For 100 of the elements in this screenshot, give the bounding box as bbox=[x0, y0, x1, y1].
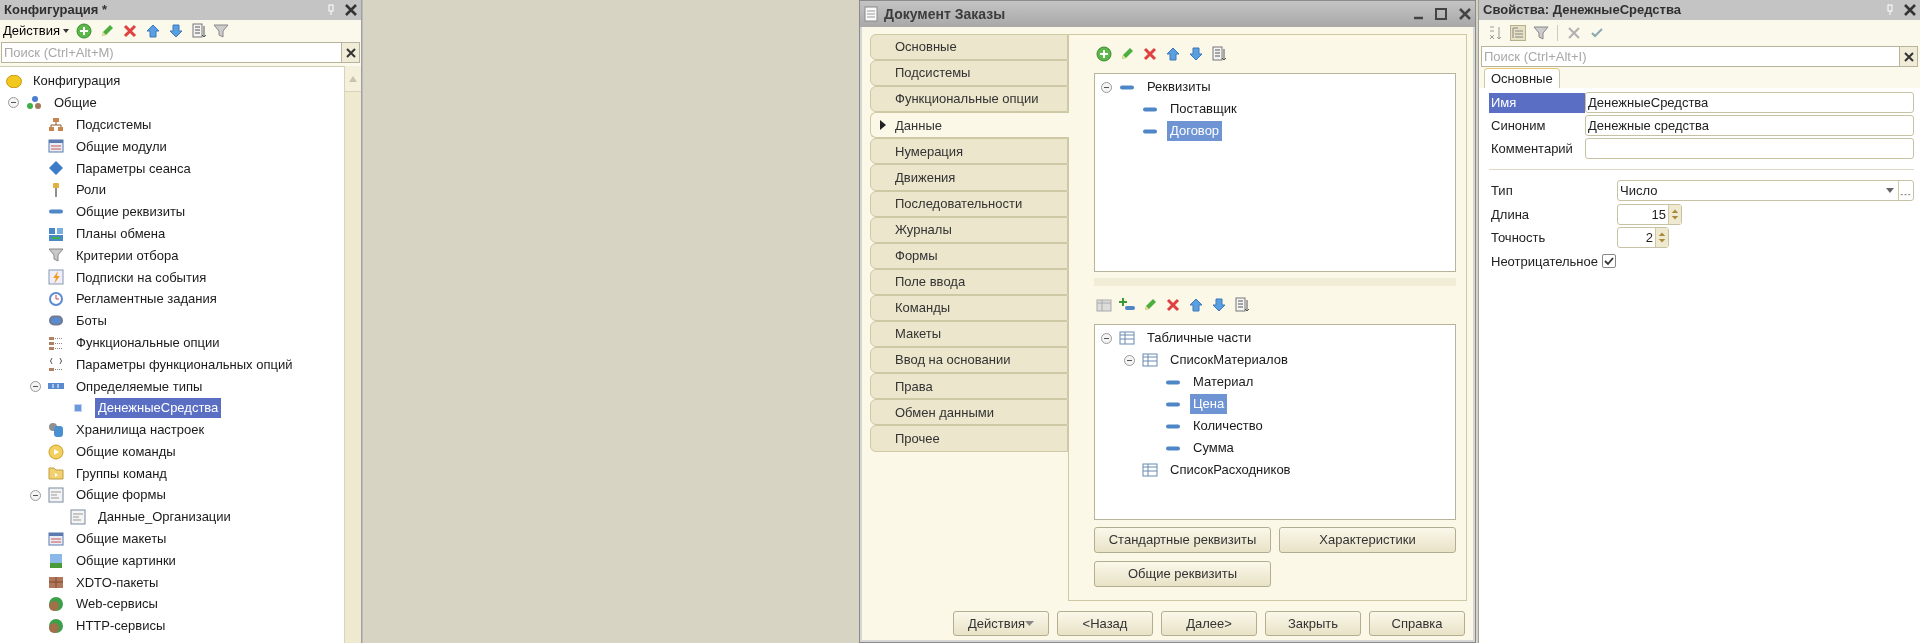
tree-item[interactable]: Общие картинки bbox=[73, 550, 179, 571]
tree-item[interactable]: Группы команд bbox=[73, 463, 170, 484]
section-tab[interactable]: Команды bbox=[870, 294, 1068, 322]
section-tab[interactable]: Поле ввода bbox=[870, 268, 1068, 295]
close-icon[interactable] bbox=[345, 4, 357, 16]
property-field[interactable]: ДенежныеСредства bbox=[1585, 92, 1914, 113]
sort-button[interactable] bbox=[1209, 44, 1229, 64]
section-tab[interactable]: Обмен данными bbox=[870, 399, 1068, 426]
tree-item[interactable]: XDTO-пакеты bbox=[73, 572, 162, 593]
tree-item[interactable]: Планы обмена bbox=[73, 223, 169, 244]
tree-item[interactable]: Общие макеты bbox=[73, 529, 170, 549]
tree-item[interactable]: Параметры функциональных опций bbox=[73, 354, 296, 375]
property-field[interactable] bbox=[1585, 138, 1914, 159]
tree-item[interactable]: СписокМатериалов bbox=[1167, 350, 1291, 370]
actions-menu-button[interactable]: Действия bbox=[953, 611, 1049, 636]
number-field[interactable]: 2 bbox=[1617, 227, 1669, 249]
property-field[interactable]: Денежные средства bbox=[1585, 115, 1914, 136]
section-tab[interactable]: Движения bbox=[870, 164, 1068, 191]
tree-item[interactable]: Данные_Организации bbox=[95, 507, 234, 527]
close-icon[interactable] bbox=[1459, 8, 1471, 20]
add-button[interactable] bbox=[73, 21, 94, 41]
sort-button[interactable] bbox=[1232, 295, 1252, 315]
tree-item[interactable]: HTTP-сервисы bbox=[73, 616, 169, 636]
arrow-down-icon bbox=[1211, 297, 1227, 313]
section-tab[interactable]: Прочее bbox=[870, 425, 1068, 452]
tree-item[interactable]: Материал bbox=[1190, 372, 1257, 392]
filter-button[interactable] bbox=[210, 21, 231, 41]
filter-button[interactable] bbox=[1531, 23, 1551, 43]
collapse-toggle[interactable] bbox=[1123, 354, 1135, 366]
collapse-toggle[interactable] bbox=[29, 489, 41, 501]
spinner-icon[interactable] bbox=[1655, 228, 1668, 248]
tree-item[interactable]: Общие формы bbox=[73, 485, 169, 505]
tree-item[interactable]: Общие реквизиты bbox=[73, 202, 189, 222]
window-title: Документ Заказы bbox=[884, 4, 1007, 24]
tree-item[interactable]: Хранилища настроек bbox=[73, 420, 208, 440]
section-tab[interactable]: Данные bbox=[870, 112, 1069, 139]
collapse-toggle[interactable] bbox=[1100, 81, 1112, 93]
footer-button[interactable]: Справка bbox=[1369, 611, 1465, 636]
tree-item[interactable]: Подписки на события bbox=[73, 267, 210, 287]
add-button[interactable] bbox=[1094, 44, 1114, 64]
section-tab[interactable]: Функциональные опции bbox=[870, 86, 1068, 113]
tree-item[interactable]: Общие команды bbox=[73, 441, 179, 462]
section-tab[interactable]: Формы bbox=[870, 242, 1068, 269]
tree-item[interactable]: Роли bbox=[73, 180, 109, 200]
property-label: Длина bbox=[1490, 205, 1531, 224]
number-field[interactable]: 15 bbox=[1617, 203, 1682, 225]
footer-button[interactable]: Закрыть bbox=[1265, 611, 1361, 636]
tree-item[interactable]: Функциональные опции bbox=[73, 332, 223, 353]
panel-button[interactable]: Стандартные реквизиты bbox=[1094, 527, 1271, 553]
tree-item[interactable]: Определяемые типы bbox=[73, 376, 206, 396]
panel-button[interactable]: Общие реквизиты bbox=[1094, 561, 1271, 587]
actions-menu[interactable]: Действия bbox=[3, 21, 69, 41]
tree-item[interactable]: Сумма bbox=[1190, 438, 1237, 458]
footer-button[interactable]: <Назад bbox=[1057, 611, 1153, 636]
collapse-toggle[interactable] bbox=[1100, 332, 1112, 344]
spinner-icon[interactable] bbox=[1668, 204, 1681, 224]
close-icon[interactable] bbox=[1904, 4, 1916, 16]
section-tab[interactable]: Журналы bbox=[870, 216, 1068, 243]
section-tab[interactable]: Права bbox=[870, 373, 1068, 400]
tree-item[interactable]: Критерии отбора bbox=[73, 245, 182, 266]
section-tab[interactable]: Подсистемы bbox=[870, 60, 1068, 87]
type-select[interactable]: Число bbox=[1617, 180, 1914, 202]
search-field[interactable]: Поиск (Ctrl+Alt+I) bbox=[1481, 46, 1900, 67]
tree-item[interactable]: Поставщик bbox=[1167, 99, 1240, 119]
tree-item[interactable]: Параметры сеанса bbox=[73, 158, 194, 179]
tree-item[interactable]: Регламентные задания bbox=[73, 289, 220, 309]
pencil-icon bbox=[1119, 46, 1135, 62]
panel-button[interactable]: Характеристики bbox=[1279, 527, 1456, 553]
section-tab[interactable]: Основные bbox=[870, 34, 1068, 61]
checkbox[interactable] bbox=[1602, 254, 1616, 269]
tree-item[interactable]: Количество bbox=[1190, 416, 1266, 436]
maximize-icon[interactable] bbox=[1435, 8, 1447, 20]
tree-item[interactable]: СписокРасходников bbox=[1167, 460, 1294, 480]
tree-item[interactable]: Общие модули bbox=[73, 136, 170, 157]
tree-item[interactable]: Web-сервисы bbox=[73, 594, 161, 614]
tree-item[interactable]: Подсистемы bbox=[73, 114, 155, 135]
tree-item[interactable]: ДенежныеСредства bbox=[95, 398, 222, 418]
search-field[interactable]: Поиск (Ctrl+Alt+M) bbox=[1, 42, 342, 63]
tree-item[interactable]: Общие bbox=[51, 93, 100, 113]
arrow-up-icon bbox=[144, 23, 161, 39]
scrollbar[interactable] bbox=[344, 66, 361, 643]
panel-title: Свойства: ДенежныеСредства bbox=[1483, 1, 1682, 20]
collapse-toggle[interactable] bbox=[7, 97, 19, 109]
footer-button[interactable]: Далее> bbox=[1161, 611, 1257, 636]
more-dots-icon[interactable] bbox=[1898, 181, 1913, 201]
collapse-toggle[interactable] bbox=[29, 380, 41, 392]
properties-tab[interactable]: Основные bbox=[1484, 68, 1560, 88]
section-tab[interactable]: Ввод на основании bbox=[870, 347, 1068, 374]
clear-search-button[interactable] bbox=[1900, 46, 1918, 67]
tree-root[interactable]: Конфигурация bbox=[33, 71, 121, 91]
clear-search-button[interactable] bbox=[342, 42, 360, 63]
tree-item[interactable]: Боты bbox=[73, 311, 110, 331]
tree-item[interactable]: Реквизиты bbox=[1144, 77, 1214, 97]
table-icon bbox=[1142, 352, 1158, 368]
tree-item[interactable]: Табличные части bbox=[1144, 328, 1255, 348]
section-tab[interactable]: Последовательности bbox=[870, 190, 1068, 217]
group-view-button[interactable] bbox=[1508, 23, 1528, 43]
section-tab[interactable]: Макеты bbox=[870, 321, 1068, 348]
section-tab[interactable]: Нумерация bbox=[870, 138, 1068, 165]
property-label: Имя bbox=[1489, 92, 1585, 113]
